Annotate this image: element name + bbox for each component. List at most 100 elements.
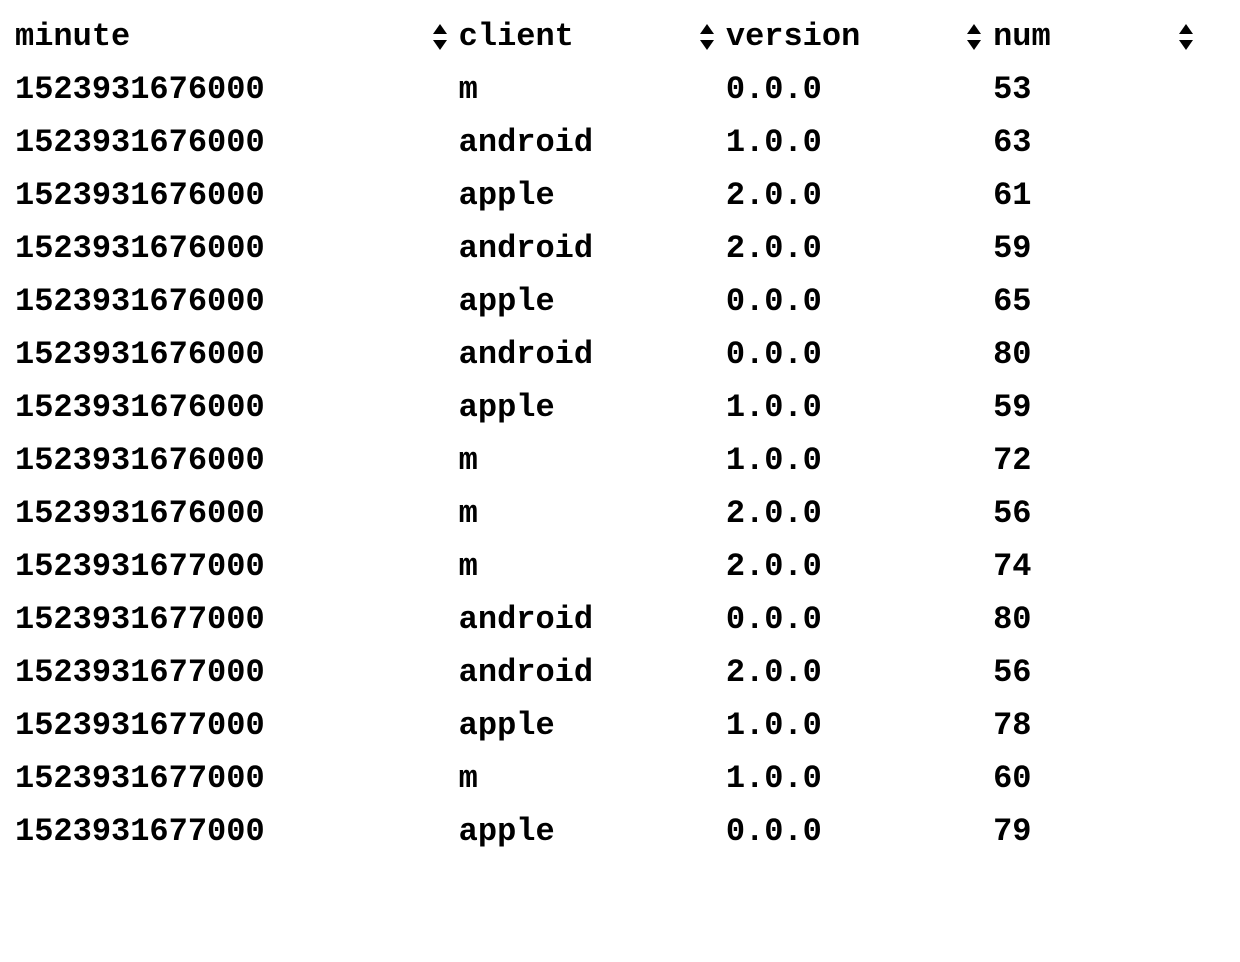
cell-num: 59 [993,381,1195,434]
table-row: 1523931677000apple0.0.079 [15,805,1225,858]
cell-num: 72 [993,434,1195,487]
cell-minute: 1523931677000 [15,805,459,858]
cell-version: 0.0.0 [726,805,993,858]
column-label: minute [15,18,130,55]
cell-client: m [459,63,726,116]
cell-version: 2.0.0 [726,540,993,593]
cell-extra [1195,434,1225,487]
sort-icon[interactable] [696,24,718,50]
cell-minute: 1523931677000 [15,699,459,752]
cell-num: 78 [993,699,1195,752]
sort-icon[interactable] [963,24,985,50]
cell-extra [1195,699,1225,752]
cell-num: 80 [993,328,1195,381]
table-row: 1523931677000android2.0.056 [15,646,1225,699]
cell-num: 74 [993,540,1195,593]
cell-version: 2.0.0 [726,487,993,540]
cell-minute: 1523931676000 [15,434,459,487]
cell-client: android [459,593,726,646]
column-label: version [726,18,860,55]
column-header-version[interactable]: version [726,10,993,63]
cell-client: apple [459,275,726,328]
table-row: 1523931676000android0.0.080 [15,328,1225,381]
column-label: client [459,18,574,55]
cell-version: 1.0.0 [726,699,993,752]
table-body: 1523931676000m0.0.0531523931676000androi… [15,63,1225,858]
table-row: 1523931676000m2.0.056 [15,487,1225,540]
cell-client: android [459,328,726,381]
cell-minute: 1523931677000 [15,646,459,699]
table-row: 1523931677000apple1.0.078 [15,699,1225,752]
cell-extra [1195,752,1225,805]
table-row: 1523931676000apple1.0.059 [15,381,1225,434]
table-row: 1523931676000android1.0.063 [15,116,1225,169]
cell-num: 61 [993,169,1195,222]
cell-version: 1.0.0 [726,116,993,169]
cell-extra [1195,381,1225,434]
cell-extra [1195,63,1225,116]
cell-client: m [459,540,726,593]
table-row: 1523931676000m0.0.053 [15,63,1225,116]
cell-minute: 1523931676000 [15,169,459,222]
cell-extra [1195,275,1225,328]
cell-num: 60 [993,752,1195,805]
cell-minute: 1523931676000 [15,275,459,328]
cell-version: 1.0.0 [726,752,993,805]
table-row: 1523931677000android0.0.080 [15,593,1225,646]
table-row: 1523931677000m2.0.074 [15,540,1225,593]
cell-version: 0.0.0 [726,275,993,328]
table-row: 1523931676000m1.0.072 [15,434,1225,487]
cell-client: m [459,487,726,540]
cell-minute: 1523931676000 [15,63,459,116]
cell-num: 79 [993,805,1195,858]
cell-extra [1195,487,1225,540]
cell-client: android [459,116,726,169]
cell-num: 53 [993,63,1195,116]
cell-client: m [459,434,726,487]
column-header-minute[interactable]: minute [15,10,459,63]
cell-num: 63 [993,116,1195,169]
cell-version: 2.0.0 [726,646,993,699]
cell-version: 1.0.0 [726,434,993,487]
cell-version: 2.0.0 [726,169,993,222]
column-header-extra[interactable] [1195,10,1225,63]
cell-extra [1195,169,1225,222]
cell-extra [1195,328,1225,381]
table-row: 1523931676000apple0.0.065 [15,275,1225,328]
cell-version: 0.0.0 [726,593,993,646]
cell-client: android [459,646,726,699]
cell-minute: 1523931676000 [15,381,459,434]
cell-extra [1195,593,1225,646]
cell-extra [1195,222,1225,275]
table-row: 1523931677000m1.0.060 [15,752,1225,805]
cell-version: 0.0.0 [726,328,993,381]
cell-minute: 1523931677000 [15,752,459,805]
cell-extra [1195,805,1225,858]
table-row: 1523931676000android2.0.059 [15,222,1225,275]
column-header-client[interactable]: client [459,10,726,63]
cell-client: m [459,752,726,805]
cell-num: 59 [993,222,1195,275]
cell-version: 1.0.0 [726,381,993,434]
cell-client: android [459,222,726,275]
cell-minute: 1523931676000 [15,116,459,169]
sort-icon[interactable] [429,24,451,50]
cell-version: 0.0.0 [726,63,993,116]
cell-extra [1195,646,1225,699]
cell-client: apple [459,805,726,858]
cell-minute: 1523931676000 [15,328,459,381]
column-label: num [993,18,1051,55]
cell-extra [1195,116,1225,169]
cell-num: 56 [993,646,1195,699]
cell-minute: 1523931677000 [15,593,459,646]
cell-num: 65 [993,275,1195,328]
cell-num: 56 [993,487,1195,540]
cell-extra [1195,540,1225,593]
sort-icon[interactable] [1175,24,1197,50]
cell-version: 2.0.0 [726,222,993,275]
column-header-num[interactable]: num [993,10,1195,63]
cell-minute: 1523931676000 [15,222,459,275]
cell-client: apple [459,381,726,434]
table-header-row: minute client [15,10,1225,63]
cell-client: apple [459,699,726,752]
